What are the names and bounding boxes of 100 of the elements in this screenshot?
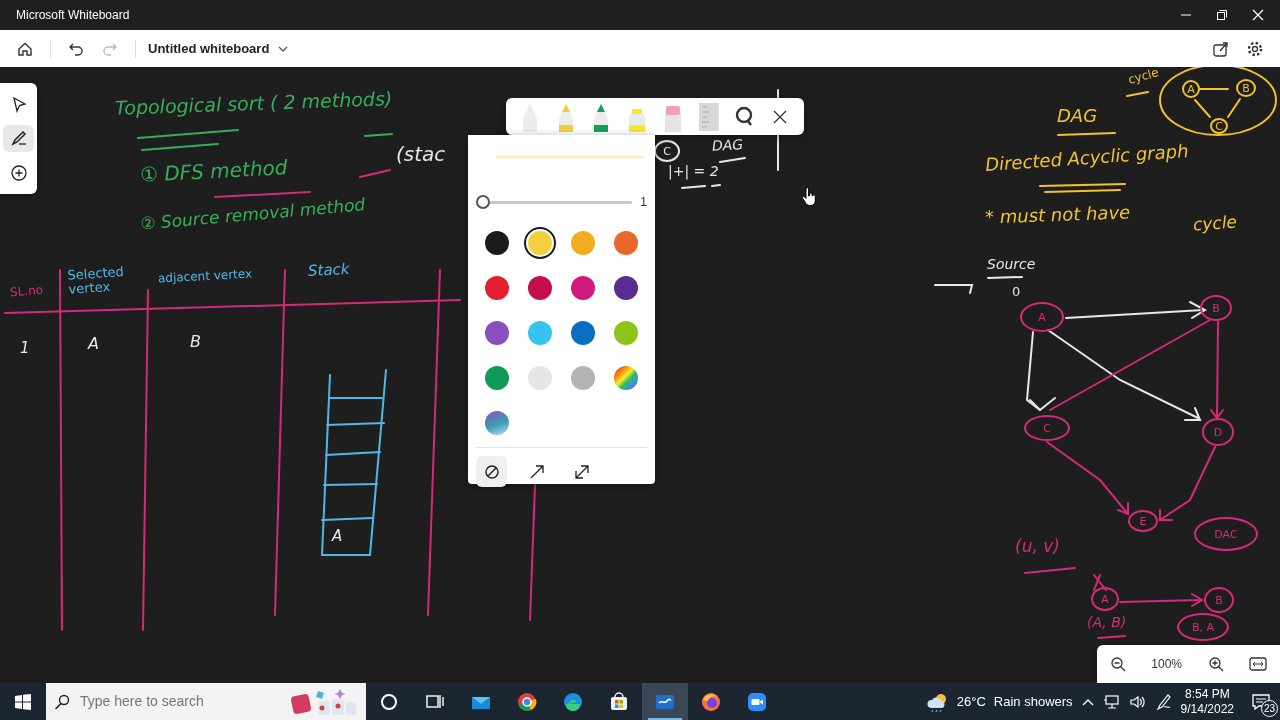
- underline-stroke: [364, 133, 393, 137]
- underline-stroke: [1024, 567, 1076, 574]
- graph-node: A: [1020, 302, 1064, 332]
- color-swatch[interactable]: [485, 231, 510, 255]
- ink-text: ① DFS method: [139, 156, 288, 186]
- search-icon: [54, 693, 70, 710]
- notifications-button[interactable]: 23: [1242, 683, 1280, 720]
- color-swatch[interactable]: [485, 276, 510, 300]
- color-swatch[interactable]: [613, 231, 638, 255]
- weather-text: Rain showers: [993, 692, 1073, 711]
- graph-node: D: [1202, 418, 1234, 446]
- ink-text: DAG: [711, 137, 744, 155]
- zoom-in-button[interactable]: [1207, 656, 1224, 672]
- ink-text: (stac: [396, 143, 446, 165]
- share-icon: [1212, 39, 1230, 58]
- settings-icon: [1246, 39, 1264, 58]
- tick-stroke: [359, 169, 391, 178]
- fit-button[interactable]: [1249, 657, 1268, 671]
- ink-text: Topological sort ( 2 methods): [114, 88, 393, 119]
- color-swatch[interactable]: [613, 276, 638, 300]
- notification-count: 23: [1261, 700, 1278, 717]
- whiteboard-button[interactable]: [642, 683, 688, 720]
- hand-cursor-icon: [801, 187, 817, 207]
- ink-text: DAG: [1057, 106, 1098, 126]
- graph-node: E: [1128, 510, 1158, 532]
- color-swatch[interactable]: [528, 276, 553, 300]
- color-swatch[interactable]: [485, 366, 510, 390]
- close-icon[interactable]: [1252, 9, 1264, 21]
- pen-icon: [9, 129, 28, 148]
- color-swatch[interactable]: [485, 321, 510, 345]
- ink-text: cycle: [1126, 67, 1161, 87]
- color-swatch[interactable]: [570, 321, 595, 345]
- pen-icon[interactable]: [1154, 692, 1173, 711]
- graph-node: B: [1200, 295, 1232, 321]
- color-swatch[interactable]: [528, 321, 553, 345]
- cross-stroke: [1093, 574, 1107, 591]
- graph-node: DAC: [1194, 517, 1258, 551]
- underline-stroke: [719, 157, 746, 163]
- color-swatch[interactable]: [485, 411, 510, 435]
- video-camera-icon: [747, 691, 767, 712]
- color-swatch[interactable]: [570, 231, 595, 255]
- graph-node: C: [1210, 118, 1228, 134]
- windows-icon: [14, 692, 32, 711]
- double-arrow-icon: [573, 463, 590, 480]
- weather-icon: [926, 691, 949, 712]
- volume-icon[interactable]: [1128, 693, 1147, 710]
- slider-thumb[interactable]: [476, 195, 490, 209]
- network-icon[interactable]: [1102, 693, 1121, 710]
- graph-node: A: [1091, 587, 1119, 611]
- column-heading: Stack: [307, 260, 350, 280]
- fit-icon: [1249, 657, 1268, 671]
- column-heading: adjacent vertex: [157, 267, 253, 286]
- temperature: 26°C: [956, 692, 986, 711]
- search-box[interactable]: Type here to search: [46, 683, 366, 720]
- settings-button[interactable]: [1246, 39, 1264, 58]
- ink-text: * must not have: [984, 202, 1131, 228]
- color-swatch[interactable]: [528, 366, 553, 390]
- underline-stroke: [1126, 91, 1149, 97]
- zoom-out-icon: [1109, 656, 1126, 672]
- ink-text: ② Source removal method: [139, 195, 366, 234]
- graph-node: B, A: [1177, 613, 1229, 641]
- underline-stroke: [1057, 132, 1116, 136]
- color-swatch[interactable]: [570, 366, 595, 390]
- zoom-in-icon: [1207, 656, 1224, 672]
- clock-date[interactable]: 9/14/2022: [1180, 701, 1234, 717]
- color-swatch[interactable]: [613, 366, 638, 390]
- column-heading: Selected vertex: [67, 263, 126, 298]
- color-swatch[interactable]: [570, 276, 595, 300]
- zoom-out-button[interactable]: [1109, 656, 1126, 672]
- no-sign-icon: [483, 463, 500, 480]
- ink-text: Directed Acyclic graph: [984, 140, 1190, 175]
- ink-text: |+| = 2: [668, 164, 719, 180]
- arrow-icon: [528, 463, 545, 480]
- circle-icon: [380, 692, 398, 711]
- ink-text: 1: [20, 340, 30, 357]
- graph-node: B: [1236, 79, 1256, 97]
- ink-text: B: [190, 333, 201, 351]
- graph-node: C: [1024, 415, 1070, 441]
- color-swatch[interactable]: [613, 321, 638, 345]
- color-swatch[interactable]: [528, 231, 553, 255]
- restore-icon[interactable]: [1216, 9, 1228, 21]
- window-title: Microsoft Whiteboard: [16, 7, 130, 24]
- edge-icon: [563, 691, 583, 712]
- clock-time[interactable]: 8:54 PM: [1184, 686, 1230, 702]
- ink-text: A: [88, 335, 99, 353]
- graph-node: B: [1204, 587, 1234, 613]
- firefox-icon: [701, 691, 721, 712]
- search-field[interactable]: Type here to search: [78, 690, 278, 713]
- title-dropdown[interactable]: Untitled whiteboard: [148, 38, 290, 59]
- close-icon: [773, 110, 788, 124]
- underline-stroke: [1097, 635, 1126, 639]
- share-button[interactable]: [1212, 39, 1230, 58]
- pen-tool-button[interactable]: [3, 125, 34, 152]
- ink-text: (u, v): [1015, 537, 1060, 556]
- zoom-level: 100%: [1151, 656, 1183, 673]
- store-icon: [609, 691, 629, 712]
- no-arrow-button[interactable]: [476, 456, 507, 487]
- ink-text: (A, B): [1087, 615, 1127, 631]
- graph-node: A: [1182, 80, 1200, 98]
- ink-text: 0: [1012, 285, 1021, 300]
